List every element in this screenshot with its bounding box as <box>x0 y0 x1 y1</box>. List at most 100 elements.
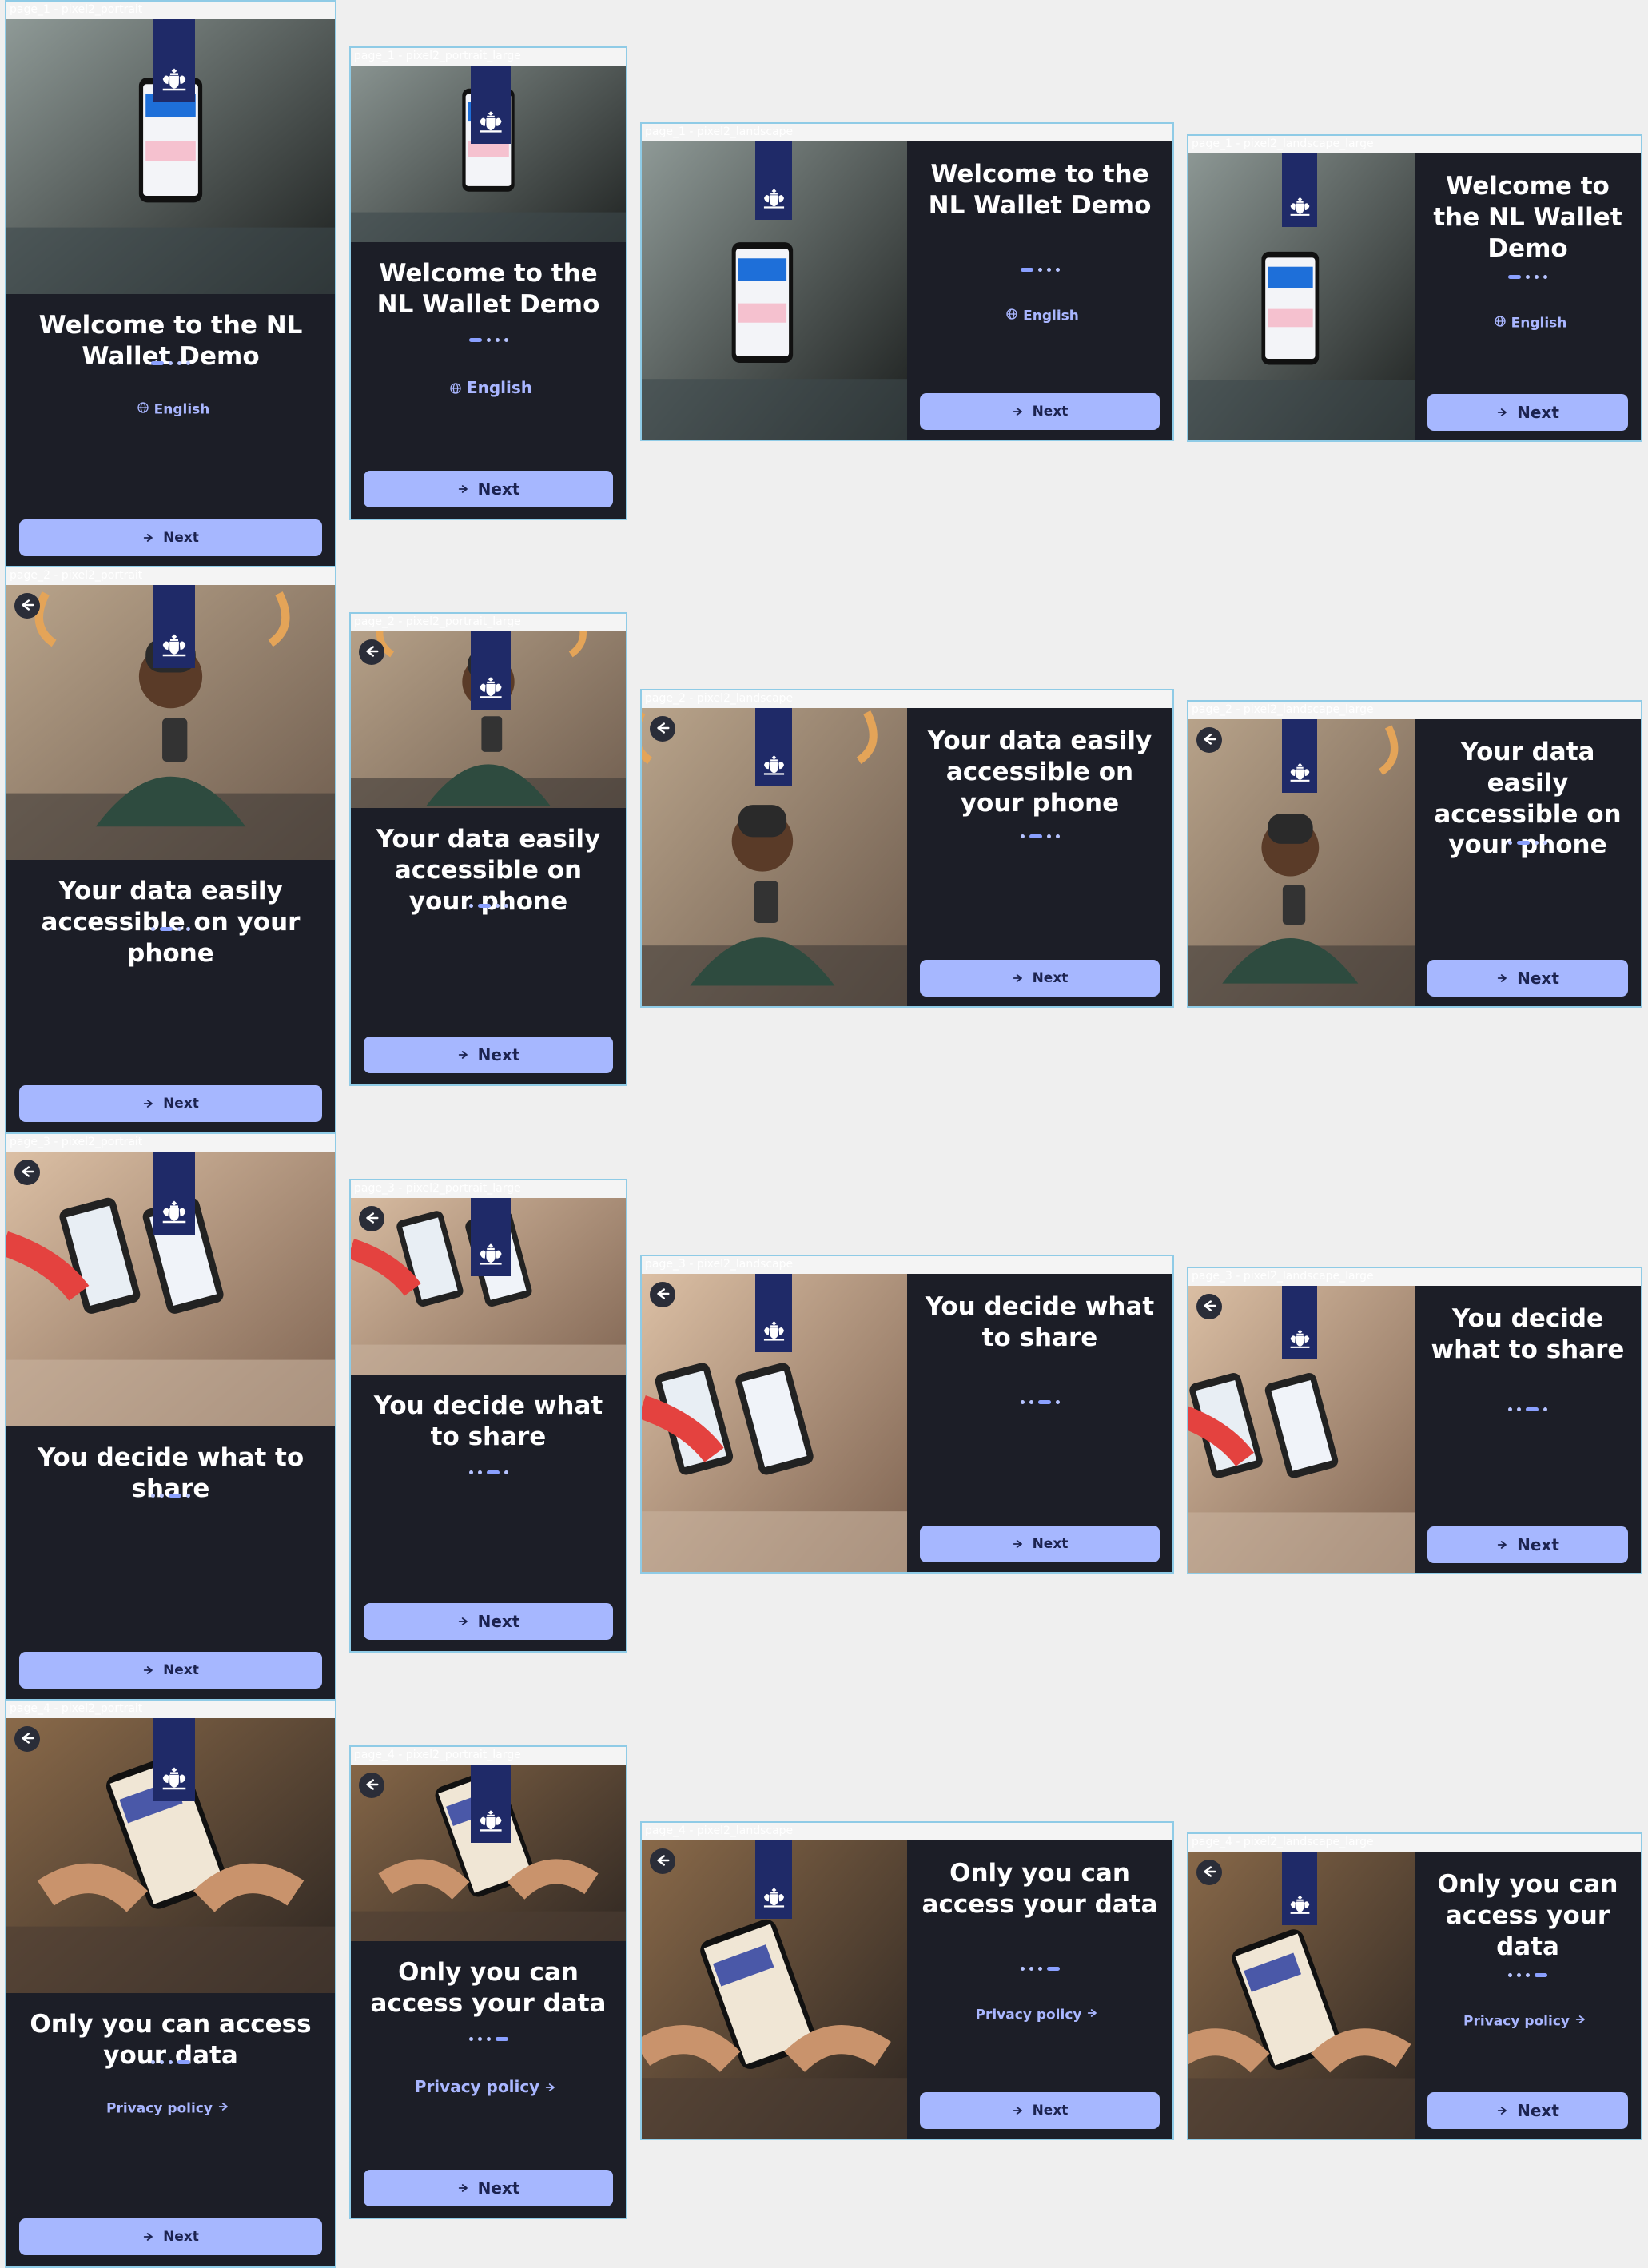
next-button[interactable]: Next <box>364 2170 613 2206</box>
back-button[interactable] <box>14 1160 40 1185</box>
next-button[interactable]: Next <box>920 1526 1160 1562</box>
arrow-right-icon <box>1496 1538 1509 1551</box>
screen-frame-landscape-page-3: page_3 - pixel2_landscape You decide wha… <box>640 1255 1174 1574</box>
page-dot <box>186 361 190 365</box>
back-button[interactable] <box>359 639 384 665</box>
crest-svg <box>162 634 186 657</box>
language-label: English <box>1023 308 1079 324</box>
privacy-policy-link[interactable]: Privacy policy <box>1415 2013 1641 2030</box>
page-dot-active <box>477 904 491 908</box>
back-button[interactable] <box>650 716 675 742</box>
crest-svg <box>1290 197 1309 216</box>
arrow-left-icon <box>1200 1863 1218 1888</box>
next-button[interactable]: Next <box>364 1037 613 1073</box>
royal-coat-of-arms-icon <box>471 1765 511 1843</box>
arrow-right-icon <box>457 1615 470 1628</box>
arrow-left-icon <box>363 1209 380 1235</box>
page-dot-active <box>151 361 164 365</box>
page-indicator <box>907 1967 1172 1971</box>
next-label: Next <box>477 2178 520 2198</box>
language-selector[interactable]: English <box>907 308 1172 324</box>
next-button[interactable]: Next <box>1427 960 1628 997</box>
page-dot <box>1535 841 1539 845</box>
arrow-right-icon <box>142 1097 155 1110</box>
next-button[interactable]: Next <box>920 960 1160 997</box>
screen-frame-portrait-page-1: page_1 - pixel2_portrait Welcome to the … <box>5 0 336 569</box>
back-button[interactable] <box>359 1206 384 1231</box>
crest-svg <box>763 1321 784 1341</box>
privacy-policy-link[interactable]: Privacy policy <box>907 2007 1172 2023</box>
back-button[interactable] <box>650 1848 675 1874</box>
frame-label: page_4 - pixel2_landscape_large <box>1192 1836 1374 1848</box>
app-screen: Welcome to the NL Wallet Demo English Nex… <box>351 66 626 519</box>
page-dot <box>504 1470 508 1474</box>
arrow-right-icon <box>457 483 470 495</box>
frame-label: page_1 - pixel2_portrait_large <box>354 50 521 62</box>
next-label: Next <box>163 530 199 546</box>
page-indicator <box>6 2060 335 2064</box>
frame-label: page_3 - pixel2_portrait_large <box>354 1182 521 1195</box>
app-screen: Your data easily accessible on your phon… <box>1188 719 1641 1006</box>
crest-svg <box>162 1200 186 1224</box>
next-label: Next <box>1032 970 1069 986</box>
next-button[interactable]: Next <box>19 1085 322 1122</box>
page-indicator <box>907 1400 1172 1404</box>
back-button[interactable] <box>359 1773 384 1798</box>
page-dot <box>1037 268 1042 272</box>
back-button[interactable] <box>14 593 40 619</box>
next-button[interactable]: Next <box>1427 1526 1628 1563</box>
next-button[interactable]: Next <box>1427 2092 1628 2129</box>
privacy-policy-link[interactable]: Privacy policy <box>351 2077 626 2098</box>
page-dot <box>477 1470 482 1474</box>
arrow-left-icon <box>1200 1297 1218 1323</box>
next-button[interactable]: Next <box>19 2218 322 2255</box>
page-dot <box>1020 1967 1025 1971</box>
language-selector[interactable]: English <box>1415 315 1641 332</box>
next-button[interactable]: Next <box>364 471 613 507</box>
screen-frame-landscape_large-page-3: page_3 - pixel2_landscape_large You deci… <box>1187 1267 1642 1574</box>
next-label: Next <box>477 1612 520 1631</box>
onboarding-content: Your data easily accessible on your phon… <box>6 860 335 1133</box>
next-button[interactable]: Next <box>19 519 322 556</box>
privacy-label: Privacy policy <box>414 2077 540 2096</box>
next-button[interactable]: Next <box>364 1603 613 1640</box>
page-dot <box>160 2060 164 2064</box>
page-dot-active <box>495 2037 508 2041</box>
page-dot <box>1526 1973 1530 1977</box>
frame-label: page_1 - pixel2_landscape <box>645 125 794 138</box>
page-dot <box>151 2060 155 2064</box>
language-selector[interactable]: English <box>6 401 335 418</box>
royal-coat-of-arms-icon <box>471 631 511 710</box>
back-button[interactable] <box>14 1726 40 1752</box>
next-button[interactable]: Next <box>1427 394 1628 431</box>
royal-coat-of-arms-icon <box>1282 1286 1317 1359</box>
privacy-policy-link[interactable]: Privacy policy <box>6 2100 335 2117</box>
next-button[interactable]: Next <box>920 2092 1160 2129</box>
onboarding-content: You decide what to share Next <box>6 1426 335 1700</box>
frame-label: page_2 - pixel2_landscape <box>645 692 794 705</box>
screen-frame-portrait_large-page-2: page_2 - pixel2_portrait_large Your data… <box>349 612 627 1086</box>
page-dot-active <box>1029 834 1042 838</box>
arrow-right-icon <box>142 1664 155 1677</box>
language-selector[interactable]: English <box>351 378 626 399</box>
frame-label: page_4 - pixel2_landscape <box>645 1824 794 1837</box>
next-button[interactable]: Next <box>920 393 1160 430</box>
page-dot <box>1055 268 1060 272</box>
onboarding-content: Welcome to the NL Wallet Demo English Nex… <box>1415 153 1641 440</box>
crest-svg <box>1290 1895 1309 1914</box>
back-button[interactable] <box>1196 1860 1222 1885</box>
back-button[interactable] <box>1196 727 1222 753</box>
next-button[interactable]: Next <box>19 1652 322 1689</box>
frame-label: page_3 - pixel2_portrait <box>10 1136 143 1148</box>
language-label: English <box>153 401 210 418</box>
onboarding-content: You decide what to share Next <box>351 1375 626 1651</box>
back-button[interactable] <box>650 1282 675 1307</box>
onboarding-content: Your data easily accessible on your phon… <box>351 808 626 1084</box>
page-dot <box>169 2060 173 2064</box>
page-dot-active <box>1517 841 1530 845</box>
back-button[interactable] <box>1196 1294 1222 1319</box>
page-dot <box>1517 1407 1521 1411</box>
onboarding-content: Only you can access your data Privacy pol… <box>1415 1852 1641 2139</box>
next-label: Next <box>1032 2103 1069 2119</box>
app-screen: Welcome to the NL Wallet Demo English Nex… <box>6 19 335 567</box>
